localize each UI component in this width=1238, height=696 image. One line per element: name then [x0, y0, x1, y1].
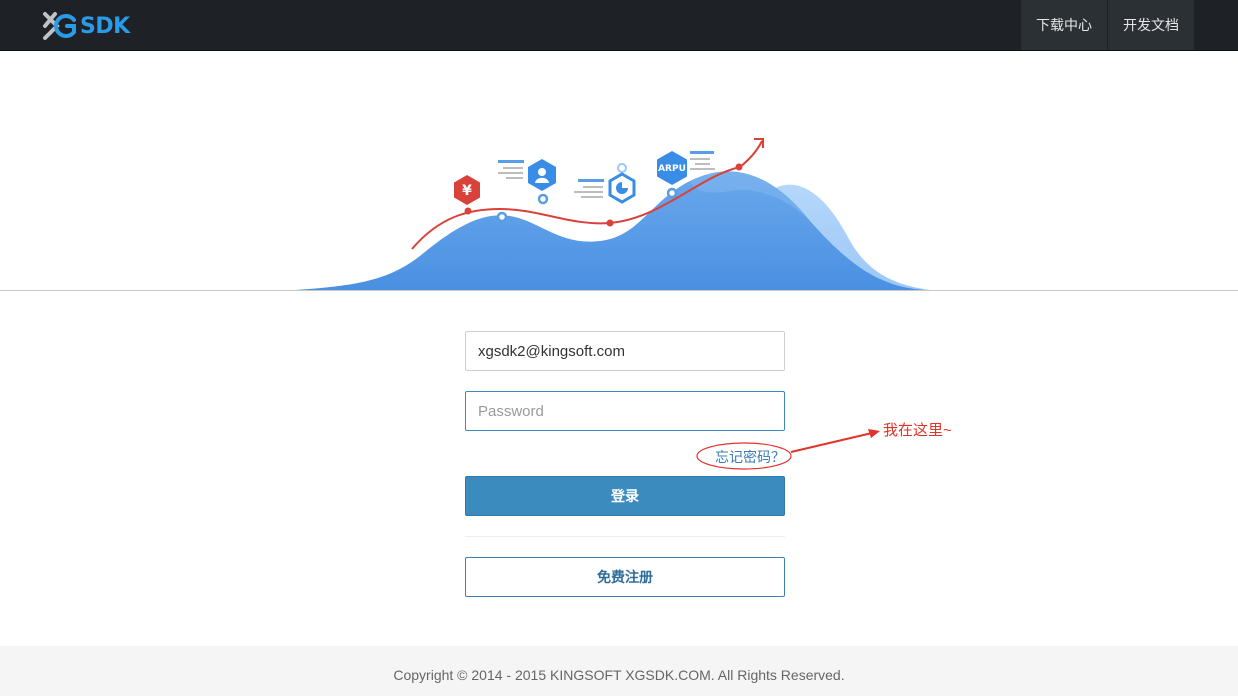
hero-illustration: ¥ ARPU [295, 138, 930, 290]
currency-badge: ¥ [454, 175, 480, 205]
annotation-callout [696, 429, 880, 470]
nav-links: 下载中心 开发文档 [1020, 0, 1194, 50]
user-badge [528, 159, 556, 191]
annotation-ellipse [696, 442, 792, 470]
logo-text: SDK [80, 13, 130, 39]
top-navbar: SDK 下载中心 开发文档 [0, 0, 1238, 51]
register-button[interactable]: 免费注册 [465, 557, 785, 597]
copyright-text: Copyright © 2014 - 2015 KINGSOFT XGSDK.C… [393, 667, 845, 683]
annotation-arrow-head [868, 429, 880, 438]
email-field[interactable] [465, 331, 785, 371]
xg-logo-mark-icon [43, 12, 76, 40]
pie-badge [608, 172, 636, 204]
hero-divider [0, 290, 1238, 291]
footer: Copyright © 2014 - 2015 KINGSOFT XGSDK.C… [0, 646, 1238, 696]
form-divider [465, 536, 785, 537]
annotation-label: 我在这里~ [883, 422, 952, 439]
nav-download-center[interactable]: 下载中心 [1021, 0, 1107, 50]
arpu-badge: ARPU [657, 151, 687, 185]
annotation-arrow-line [790, 432, 873, 453]
login-button[interactable]: 登录 [465, 476, 785, 516]
svg-text:ARPU: ARPU [658, 164, 686, 174]
xgsdk-logo[interactable]: SDK [42, 11, 130, 41]
svg-text:¥: ¥ [462, 183, 472, 199]
nav-dev-docs[interactable]: 开发文档 [1108, 0, 1194, 50]
